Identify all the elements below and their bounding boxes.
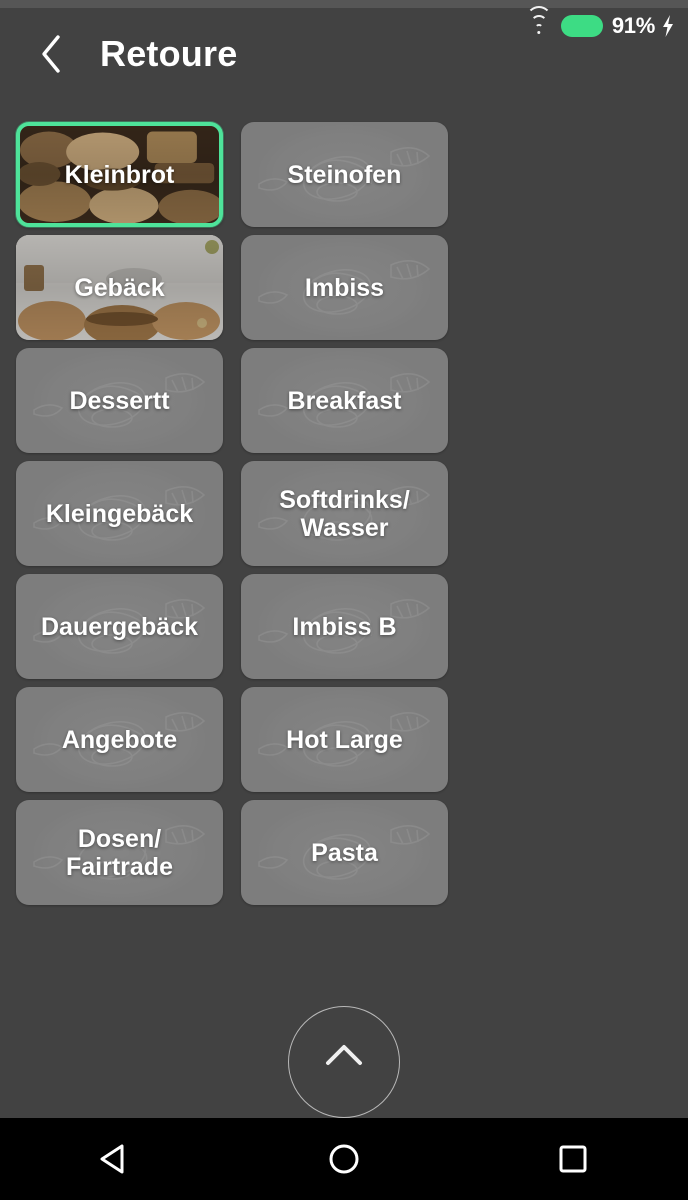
triangle-back-icon [100,1144,124,1174]
tile-label: Dauergebäck [40,612,199,641]
category-tile-kleinbrot[interactable]: Kleinbrot [16,122,223,227]
tile-label: Dosen/ Fairtrade [66,824,173,881]
category-grid: Kleinbrot Steinofen Gebäck Imbiss Desser… [16,122,672,905]
category-tile-steinofen[interactable]: Steinofen [241,122,448,227]
scroll-to-top-button[interactable] [288,1006,400,1118]
tile-label: Imbiss [304,273,385,302]
phone-screen: 91% Retoure Kleinbrot Steinofen Gebäck I… [0,0,688,1200]
category-tile-breakfast[interactable]: Breakfast [241,348,448,453]
circle-home-icon [329,1144,359,1174]
category-tile-imbiss[interactable]: Imbiss [241,235,448,340]
tile-label: Imbiss B [292,612,397,641]
category-tile-imbiss-b[interactable]: Imbiss B [241,574,448,679]
tile-label: Steinofen [287,160,402,189]
app-bar: Retoure [0,8,688,100]
category-tile-hot-large[interactable]: Hot Large [241,687,448,792]
category-tile-kleingeback[interactable]: Kleingebäck [16,461,223,566]
category-tile-pasta[interactable]: Pasta [241,800,448,905]
category-tile-dosen-fairtrade[interactable]: Dosen/ Fairtrade [16,800,223,905]
nav-recents-button[interactable] [518,1118,628,1200]
tile-label: Dessertt [69,386,170,415]
category-tile-angebote[interactable]: Angebote [16,687,223,792]
tile-label: Angebote [61,725,178,754]
category-tile-geback[interactable]: Gebäck [16,235,223,340]
tile-label: Pasta [311,838,378,867]
tile-label: Breakfast [287,386,402,415]
tile-label: Softdrinks/ Wasser [279,485,410,542]
chevron-up-icon [326,1045,362,1065]
android-nav-bar [0,1118,688,1200]
back-button[interactable] [20,23,82,85]
square-recents-icon [559,1145,587,1173]
category-tile-dauergeback[interactable]: Dauergebäck [16,574,223,679]
status-bar-strip [0,0,688,8]
chevron-left-icon [42,35,60,73]
tile-label: Hot Large [286,725,403,754]
tile-label: Gebäck [74,273,165,302]
nav-back-button[interactable] [60,1118,170,1200]
tile-label: Kleinbrot [64,160,175,189]
page-title: Retoure [100,33,238,74]
nav-home-button[interactable] [289,1118,399,1200]
category-tile-softdrinks-wasser[interactable]: Softdrinks/ Wasser [241,461,448,566]
tile-label: Kleingebäck [45,499,194,528]
category-tile-dessertt[interactable]: Dessertt [16,348,223,453]
